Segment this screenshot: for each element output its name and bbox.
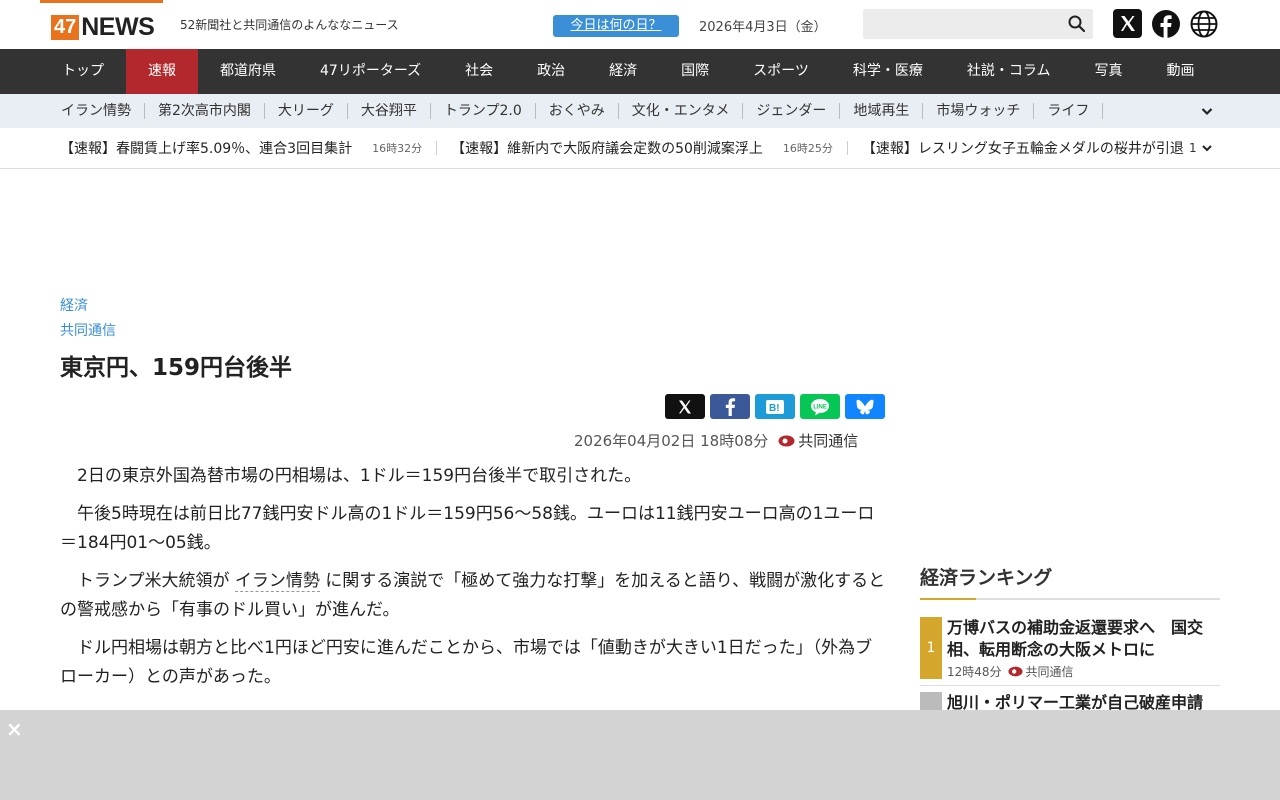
chevron-down-icon[interactable]: [1200, 104, 1214, 118]
ticker-time: 16時25分: [782, 142, 833, 155]
article-body: 2日の東京外国為替市場の円相場は、1ドル＝159円台後半で取引された。 午後5時…: [60, 462, 886, 701]
hatena-bookmark-icon: B!: [766, 399, 784, 414]
nav-item-politics[interactable]: 政治: [515, 49, 587, 94]
bottom-ad-overlay: ×: [0, 710, 1280, 800]
nav-item-breaking[interactable]: 速報: [126, 49, 198, 94]
current-date: 2026年4月3日（金）: [699, 20, 827, 35]
ranking-item-meta: 12時48分 共同通信: [947, 663, 1074, 680]
chevron-down-icon[interactable]: [1201, 142, 1213, 154]
share-line-button[interactable]: LINE: [800, 394, 840, 419]
topic-tag[interactable]: 市場ウォッチ: [923, 103, 1035, 119]
share-facebook-button[interactable]: [710, 394, 750, 419]
article-paragraph: ドル円相場は朝方と比べ1円ほど円安に進んだことから、市場では「値動きが大きい1日…: [60, 638, 873, 687]
site-tagline: 52新聞社と共同通信のよんななニュース: [180, 18, 399, 32]
topic-tag[interactable]: ライフ: [1034, 103, 1104, 119]
topic-keyword-link[interactable]: イラン情勢: [234, 571, 320, 592]
paragraph-text: トランプ米大統領が: [77, 571, 230, 591]
ranking-title: 経済ランキング: [920, 567, 1053, 589]
topic-tag[interactable]: 文化・エンタメ: [619, 103, 744, 119]
topic-tag[interactable]: 第2次高市内閣: [145, 103, 265, 119]
logo-text: NEWS: [81, 12, 155, 41]
nav-item-international[interactable]: 国際: [659, 49, 731, 94]
topic-navigation: イラン情勢 第2次高市内閣 大リーグ 大谷翔平 トランプ2.0 おくやみ 文化・…: [0, 94, 1280, 128]
share-buttons: B! LINE: [665, 394, 885, 419]
rank-number: 1: [920, 617, 942, 679]
article-category-link[interactable]: 経済: [60, 295, 88, 315]
divider: [436, 141, 438, 155]
ranking-item[interactable]: 1 万博バスの補助金返還要求へ 国交相、転用断念の大阪メトロに 12時48分 共…: [920, 617, 1220, 679]
article-meta: 2026年04月02日 18時08分 共同通信: [574, 430, 858, 451]
topic-tag[interactable]: 大谷翔平: [348, 103, 431, 119]
nav-item-prefectures[interactable]: 都道府県: [198, 49, 298, 94]
ranking-item-time: 12時48分: [947, 665, 1002, 679]
today-in-history-button[interactable]: 今日は何の日？: [553, 15, 679, 37]
article-paragraph: 午後5時現在は前日比77銭円安ドル高の1ドル＝159円56～58銭。ユーロは11…: [60, 504, 875, 553]
kyodo-logo-icon: [1007, 666, 1023, 677]
article-source-link[interactable]: 共同通信: [60, 320, 116, 340]
topic-tag[interactable]: 大リーグ: [265, 103, 348, 119]
article-publisher: 共同通信: [798, 432, 859, 450]
search-icon[interactable]: [1067, 14, 1087, 34]
divider: [920, 685, 1220, 686]
bluesky-icon: [856, 399, 874, 414]
x-twitter-icon[interactable]: [1113, 9, 1142, 38]
ticker-count: 1: [1189, 141, 1197, 155]
x-icon: [679, 400, 691, 413]
nav-item-society[interactable]: 社会: [443, 49, 515, 94]
breaking-news-ticker: 【速報】春闘賃上げ率5.09％、連合3回目集計 16時32分 【速報】維新内で大…: [0, 128, 1280, 169]
topic-tag[interactable]: 地域再生: [840, 103, 924, 119]
line-icon: LINE: [811, 398, 829, 415]
nav-item-photo[interactable]: 写真: [1072, 49, 1144, 94]
close-icon[interactable]: ×: [6, 719, 24, 739]
ticker-time: 16時32分: [372, 142, 423, 155]
search-input[interactable]: [863, 9, 1093, 39]
nav-item-science[interactable]: 科学・医療: [831, 49, 945, 94]
ticker-item[interactable]: 【速報】維新内で大阪府議会定数の50削減案浮上: [451, 138, 763, 158]
main-navigation: トップ 速報 都道府県 47リポーターズ 社会 政治 経済 国際 スポーツ 科学…: [0, 49, 1280, 94]
ranking-item-publisher: 共同通信: [1025, 665, 1074, 679]
globe-icon[interactable]: [1190, 10, 1218, 38]
article-title: 東京円、159円台後半: [60, 355, 293, 381]
facebook-icon[interactable]: [1152, 10, 1180, 39]
topic-tag[interactable]: イラン情勢: [48, 103, 145, 119]
share-x-button[interactable]: [665, 394, 705, 419]
share-hatena-button[interactable]: B!: [755, 394, 795, 419]
nav-item-economy[interactable]: 経済: [587, 49, 659, 94]
nav-item-video[interactable]: 動画: [1144, 49, 1216, 94]
site-logo[interactable]: 47 NEWS: [51, 12, 155, 41]
logo-number: 47: [51, 14, 80, 40]
kyodo-logo-icon: [778, 435, 795, 446]
ranking-divider: [920, 598, 1220, 600]
facebook-icon: [725, 397, 736, 416]
topic-tag[interactable]: おくやみ: [536, 103, 619, 119]
logo-accent-bar: [40, 0, 163, 3]
topic-tag[interactable]: ジェンダー: [743, 103, 841, 119]
svg-text:LINE: LINE: [813, 404, 827, 410]
divider: [846, 141, 848, 155]
svg-text:B!: B!: [769, 403, 780, 414]
site-header: 47 NEWS 52新聞社と共同通信のよんななニュース 今日は何の日？ 2026…: [0, 0, 1280, 49]
share-bluesky-button[interactable]: [845, 394, 885, 419]
ticker-item[interactable]: 【速報】春闘賃上げ率5.09％、連合3回目集計: [60, 138, 352, 158]
nav-item-sports[interactable]: スポーツ: [731, 49, 831, 94]
article-paragraph: 2日の東京外国為替市場の円相場は、1ドル＝159円台後半で取引された。: [77, 466, 642, 486]
ranking-item-title: 万博バスの補助金返還要求へ 国交相、転用断念の大阪メトロに: [947, 618, 1204, 659]
nav-item-47reporters[interactable]: 47リポーターズ: [298, 49, 443, 94]
article-datetime: 2026年04月02日 18時08分: [574, 432, 769, 450]
topic-tag[interactable]: トランプ2.0: [431, 103, 536, 119]
nav-item-top[interactable]: トップ: [40, 49, 126, 94]
nav-item-editorial[interactable]: 社説・コラム: [945, 49, 1073, 94]
article-paragraph: トランプ米大統領が イラン情勢 に関する演説で「極めて強力な打撃」を加えると語り…: [60, 567, 886, 625]
ticker-item[interactable]: 【速報】レスリング女子五輪金メダルの桜井が引退: [862, 138, 1184, 158]
